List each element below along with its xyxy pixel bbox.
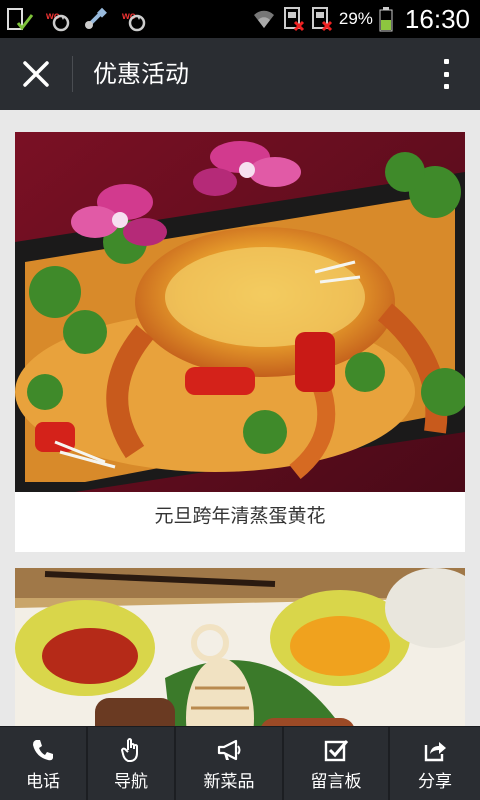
nav-item-message-board[interactable]: 留言板 [284,727,390,800]
promotion-card[interactable]: 元旦跨年清蒸蛋黄花 [15,132,465,552]
hand-pointer-icon [121,737,138,762]
checkbox-icon [324,739,349,761]
system-status: 29% 16:30 [251,0,470,38]
phone-icon [33,739,53,760]
status-bar: wo wo 29% 16:30 [0,0,480,38]
battery-icon [379,7,393,32]
nav-label: 电话 [26,771,60,792]
title-bar: 优惠活动 [0,38,480,110]
clock: 16:30 [404,3,470,34]
megaphone-icon [217,739,241,760]
wifi-icon [253,10,274,29]
nav-item-share[interactable]: 分享 [390,727,480,800]
nav-item-navigation[interactable]: 导航 [88,727,176,800]
wechat-sync-icon-2: wo [121,11,146,32]
usb-icon [85,7,107,29]
promotion-card[interactable] [15,568,465,726]
nav-item-new-dishes[interactable]: 新菜品 [176,727,284,800]
share-icon [424,741,446,761]
more-options-icon[interactable] [436,56,456,92]
dish-image-crab [15,132,465,492]
page-title: 优惠活动 [93,60,189,88]
dish-image-squid [15,568,465,726]
battery-percent: 29% [338,9,373,28]
notification-icons: wo wo [6,4,148,34]
title-divider [72,56,73,92]
nav-label: 分享 [418,771,452,792]
sim1-no-signal-icon [283,7,304,32]
sim2-no-signal-icon [311,7,332,32]
promotion-list[interactable]: 元旦跨年清蒸蛋黄花 [0,110,480,726]
nav-label: 新菜品 [203,771,255,792]
nav-item-phone[interactable]: 电话 [0,727,88,800]
bottom-nav: 电话 导航 新菜品 留言板 分享 [0,726,480,800]
close-icon[interactable] [18,56,54,92]
download-done-icon [7,8,34,31]
card-caption: 元旦跨年清蒸蛋黄花 [154,505,326,527]
nav-label: 留言板 [310,771,362,792]
wechat-sync-icon: wo [45,11,70,32]
nav-label: 导航 [114,771,148,792]
